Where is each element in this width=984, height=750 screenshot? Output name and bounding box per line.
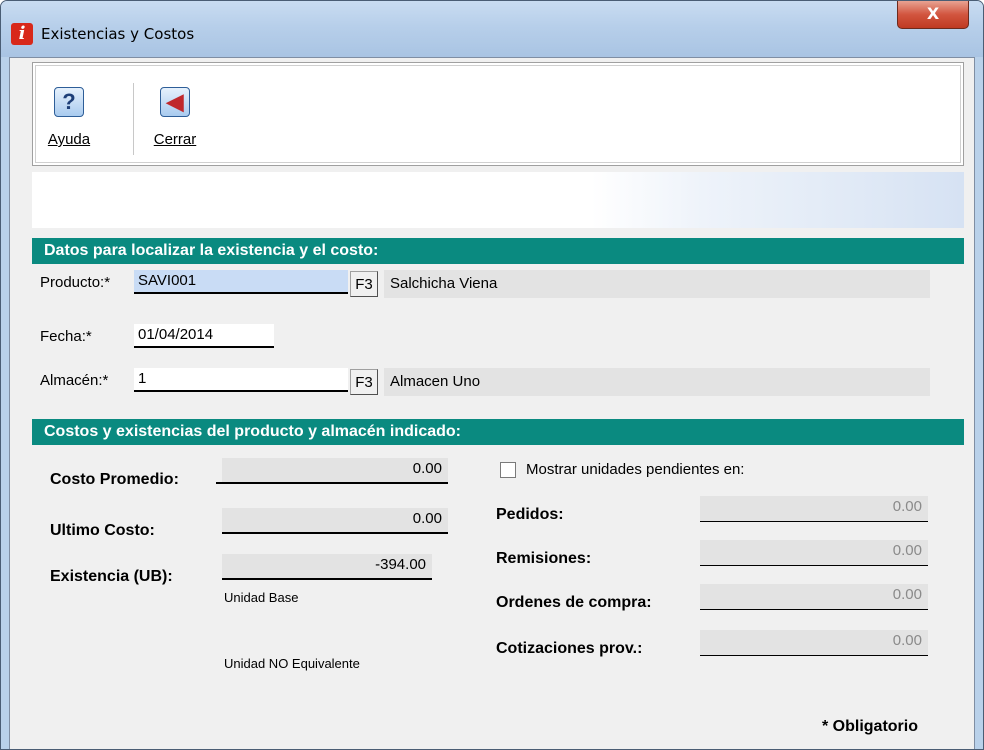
avg-cost-value: 0.00	[222, 458, 448, 484]
purchase-orders-label: Ordenes de compra:	[496, 594, 652, 611]
show-pending-checkbox[interactable]	[500, 462, 516, 478]
warehouse-lookup-button[interactable]: F3	[350, 369, 378, 395]
quotes-label: Cotizaciones prov.:	[496, 640, 643, 657]
help-button[interactable]: ? Ayuda	[39, 87, 99, 157]
question-icon: ?	[54, 87, 84, 117]
app-info-icon: i	[11, 23, 33, 45]
help-button-label: Ayuda	[47, 131, 91, 148]
orders-label: Pedidos:	[496, 506, 564, 523]
window-title: Existencias y Costos	[41, 25, 195, 43]
section-header-locate: Datos para localizar la existencia y el …	[32, 238, 964, 264]
title-bar[interactable]: i Existencias y Costos X	[1, 1, 983, 57]
close-button[interactable]: ◀ Cerrar	[145, 87, 205, 157]
base-unit-label: Unidad Base	[224, 590, 299, 605]
exit-door-icon: ◀	[160, 87, 190, 117]
avg-cost-label: Costo Promedio:	[50, 471, 179, 488]
last-cost-label: Ultimo Costo:	[50, 522, 155, 539]
remissions-value: 0.00	[700, 540, 928, 566]
non-equivalent-unit-label: Unidad NO Equivalente	[224, 656, 360, 671]
stock-label: Existencia (UB):	[50, 568, 173, 585]
date-input[interactable]: 01/04/2014	[134, 324, 274, 348]
warehouse-description: Almacen Uno	[384, 368, 930, 396]
toolbar-separator	[133, 83, 134, 155]
remissions-label: Remisiones:	[496, 550, 592, 567]
client-area: ? Ayuda ◀ Cerrar Datos para localizar la…	[9, 57, 975, 749]
purchase-orders-value: 0.00	[700, 584, 928, 610]
close-window-button[interactable]: X	[897, 1, 969, 29]
date-label: Fecha:*	[40, 328, 92, 345]
warehouse-input[interactable]: 1	[134, 368, 348, 392]
last-cost-value: 0.00	[222, 508, 448, 534]
stock-value: -394.00	[222, 554, 432, 580]
header-banner	[32, 172, 964, 228]
app-window: i Existencias y Costos X ? Ayuda ◀ Cerra…	[0, 0, 984, 750]
close-button-label: Cerrar	[153, 131, 197, 148]
required-note: * Obligatorio	[822, 718, 918, 735]
show-pending-label: Mostrar unidades pendientes en:	[526, 461, 745, 478]
section-header-costs: Costos y existencias del producto y alma…	[32, 419, 964, 445]
quotes-value: 0.00	[700, 630, 928, 656]
product-input[interactable]: SAVI001	[134, 270, 348, 294]
product-lookup-button[interactable]: F3	[350, 271, 378, 297]
warehouse-label: Almacén:*	[40, 372, 109, 389]
product-description: Salchicha Viena	[384, 270, 930, 298]
orders-value: 0.00	[700, 496, 928, 522]
product-label: Producto:*	[40, 274, 111, 291]
toolbar: ? Ayuda ◀ Cerrar	[32, 62, 964, 166]
